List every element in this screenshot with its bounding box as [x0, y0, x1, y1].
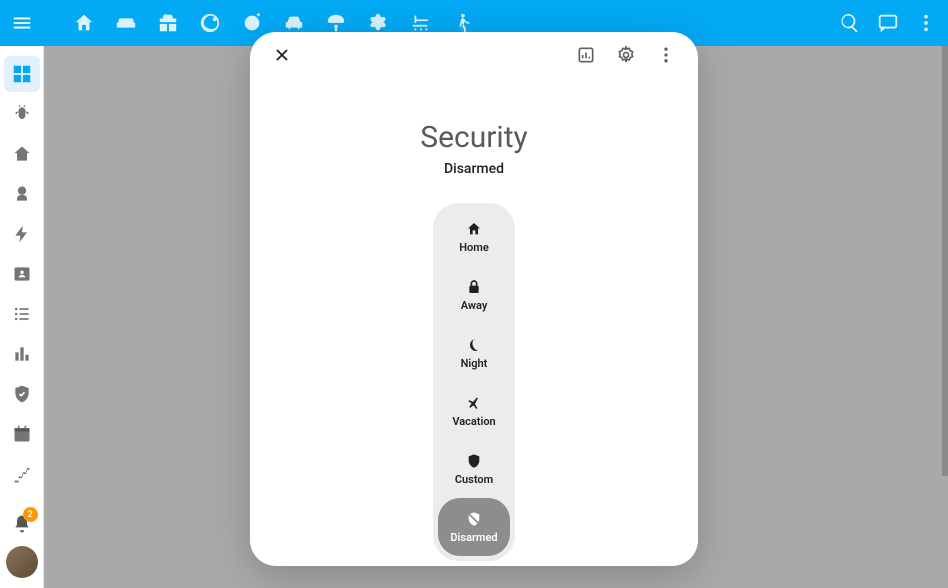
close-button[interactable] [264, 37, 300, 73]
shield-check-icon [12, 384, 32, 404]
home-icon [12, 144, 32, 164]
contact-icon [12, 264, 32, 284]
list-icon [12, 304, 32, 324]
tab-sofa-icon[interactable] [114, 11, 138, 35]
left-sidebar: 2 [0, 46, 44, 588]
mode-away-button[interactable]: Away [438, 266, 510, 324]
mode-label: Night [461, 357, 488, 370]
dialog-body: Security Disarmed Home Away Night Vacati… [250, 78, 698, 566]
plane-icon [465, 394, 483, 412]
sidebar-item-brain[interactable] [4, 176, 40, 212]
sidebar-item-chart[interactable] [4, 336, 40, 372]
history-button[interactable] [568, 37, 604, 73]
flash-icon [12, 224, 32, 244]
mode-label: Disarmed [450, 531, 497, 544]
sidebar-item-stairs[interactable] [4, 456, 40, 492]
close-icon [272, 45, 292, 65]
dots-vertical-icon [656, 45, 676, 65]
search-button[interactable] [838, 11, 862, 35]
mode-label: Away [461, 299, 488, 312]
sidebar-item-contact[interactable] [4, 256, 40, 292]
menu-icon [11, 12, 33, 34]
mode-label: Home [459, 241, 489, 254]
notification-badge: 2 [23, 507, 38, 522]
stairs-icon [12, 464, 32, 484]
arm-mode-list: Home Away Night Vacation Custom Disarmed [433, 203, 515, 561]
dashboard-icon [11, 63, 33, 85]
user-avatar[interactable] [6, 546, 38, 578]
mode-label: Vacation [452, 415, 495, 428]
settings-button[interactable] [608, 37, 644, 73]
tab-home-icon[interactable] [72, 11, 96, 35]
moon-icon [465, 336, 483, 354]
dialog-status: Disarmed [444, 161, 504, 177]
sidebar-item-bug[interactable] [4, 96, 40, 132]
dialog-more-button[interactable] [648, 37, 684, 73]
mode-label: Custom [455, 473, 493, 486]
tab-orbit-icon[interactable] [198, 11, 222, 35]
sidebar-item-list[interactable] [4, 296, 40, 332]
chart-icon [12, 344, 32, 364]
chart-box-icon [576, 45, 596, 65]
mode-night-button[interactable]: Night [438, 324, 510, 382]
home-icon [465, 220, 483, 238]
sidebar-notifications[interactable]: 2 [4, 506, 40, 542]
sidebar-item-energy[interactable] [4, 216, 40, 252]
more-button[interactable] [914, 11, 938, 35]
scrollbar-thumb[interactable] [942, 46, 948, 476]
security-dialog: Security Disarmed Home Away Night Vacati… [250, 32, 698, 566]
mode-disarmed-button[interactable]: Disarmed [438, 498, 510, 556]
gear-icon [616, 45, 636, 65]
calendar-icon [12, 424, 32, 444]
sidebar-item-calendar[interactable] [4, 416, 40, 452]
mode-custom-button[interactable]: Custom [438, 440, 510, 498]
mode-home-button[interactable]: Home [438, 208, 510, 266]
sidebar-item-home[interactable] [4, 136, 40, 172]
bug-icon [12, 104, 32, 124]
mode-vacation-button[interactable]: Vacation [438, 382, 510, 440]
lock-icon [465, 278, 483, 296]
sidebar-item-dashboard[interactable] [4, 56, 40, 92]
shield-icon [465, 452, 483, 470]
dialog-header [250, 32, 698, 78]
brain-icon [12, 184, 32, 204]
shield-off-icon [465, 510, 483, 528]
sidebar-item-shield[interactable] [4, 376, 40, 412]
chat-button[interactable] [876, 11, 900, 35]
hamburger-menu-button[interactable] [0, 0, 44, 46]
tab-gift-icon[interactable] [156, 11, 180, 35]
dialog-title: Security [420, 120, 527, 155]
